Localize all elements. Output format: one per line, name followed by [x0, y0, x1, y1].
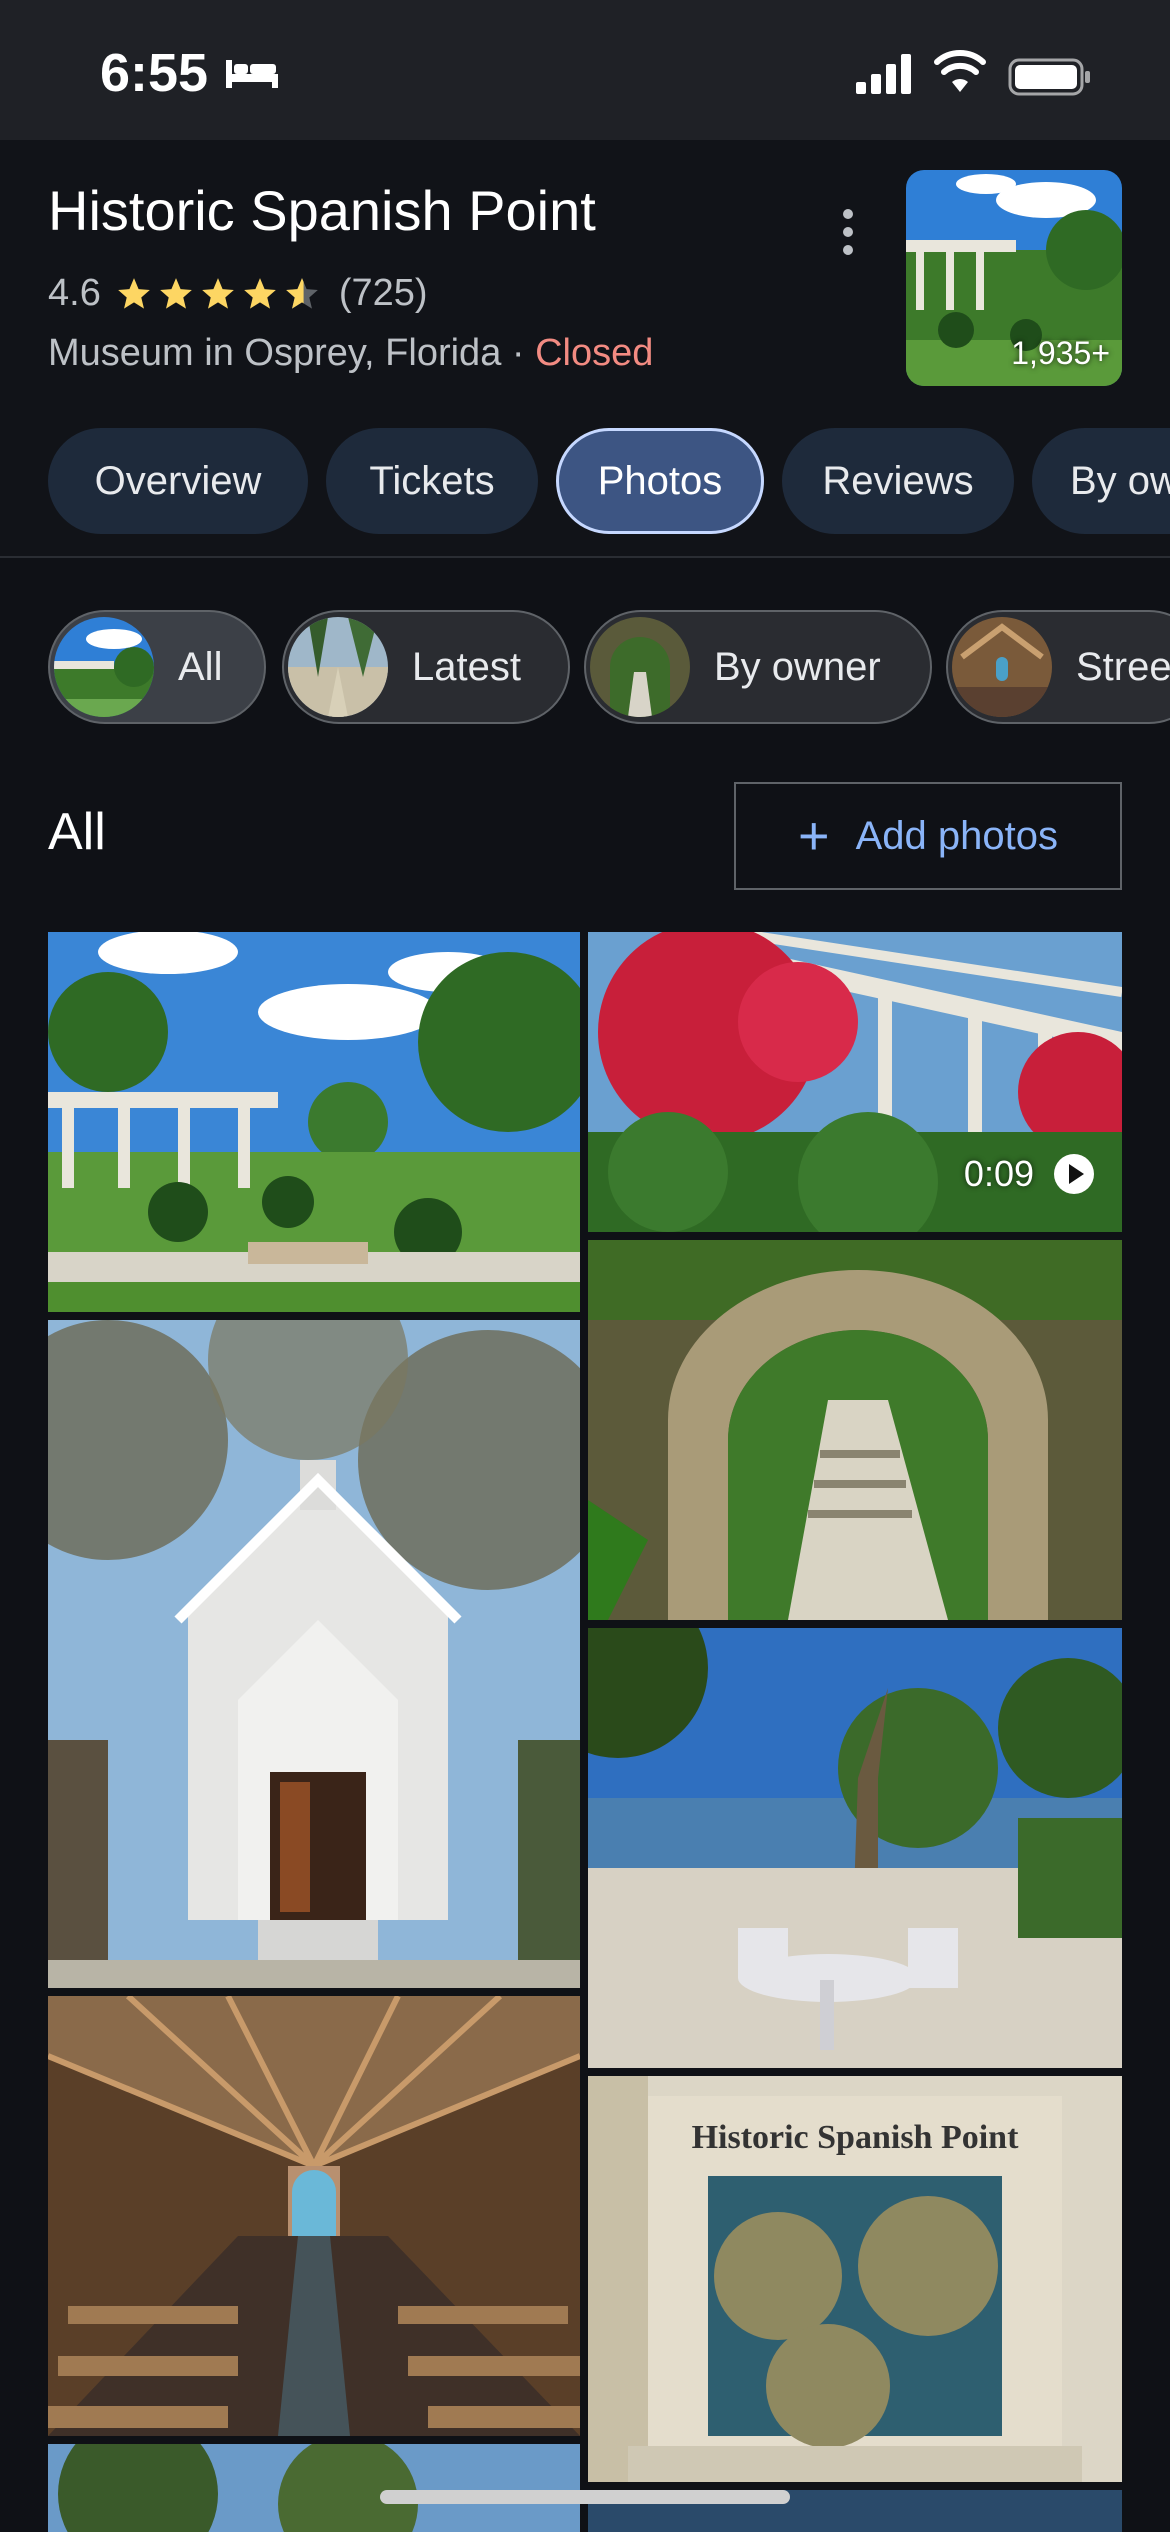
place-header: Historic Spanish Point 4.6 (725) Museum … — [0, 140, 1170, 414]
chip-all[interactable]: All — [48, 610, 266, 724]
open-status: Closed — [535, 332, 654, 374]
star-icon — [117, 277, 150, 309]
home-indicator[interactable] — [380, 2490, 790, 2504]
chip-street[interactable]: Stree — [946, 610, 1170, 724]
section-heading: All — [48, 803, 106, 861]
photo-garden[interactable] — [48, 932, 580, 1312]
video-duration: 0:09 — [963, 1153, 1034, 1194]
trees-image — [48, 2444, 580, 2532]
place-subtitle: Museum in Osprey, Florida · Closed — [48, 332, 653, 375]
chip-latest[interactable]: Latest — [282, 610, 570, 724]
half-star-icon — [285, 277, 318, 309]
review-count: (725) — [338, 272, 428, 314]
chapel-interior-image — [48, 1996, 580, 2436]
chip-label: Latest — [412, 644, 521, 689]
star-rating — [115, 275, 325, 313]
status-time: 6:55 — [100, 43, 209, 103]
photo-waterfront[interactable] — [588, 1628, 1122, 2068]
svg-text:Historic Spanish Point: Historic Spanish Point — [692, 2119, 1020, 2156]
tab-photos[interactable]: Photos — [556, 428, 764, 534]
chapel-image — [48, 1320, 580, 1988]
waterfront-image — [588, 1628, 1122, 2068]
chip-all-image — [54, 617, 154, 717]
photo-chapel[interactable] — [48, 1320, 580, 1988]
separator: · — [511, 332, 525, 374]
chip-latest-image — [288, 617, 388, 717]
video-duration-badge: 0:09 — [964, 1152, 1096, 1196]
add-photos-button[interactable]: + Add photos — [734, 782, 1122, 890]
rating-value: 4.6 — [48, 272, 101, 314]
bed-icon — [226, 60, 278, 88]
photo-trees[interactable] — [48, 2444, 580, 2532]
battery-icon — [1008, 58, 1090, 96]
tab-reviews[interactable]: Reviews — [782, 428, 1014, 534]
more-options-icon[interactable] — [836, 200, 860, 264]
status-bar: 6:55 — [0, 0, 1170, 140]
cellular-signal-icon — [856, 54, 911, 94]
photo-bougainvillea-video[interactable]: 0:09 — [588, 932, 1122, 1232]
photo-entrance-sign[interactable]: Historic Spanish Point — [588, 2076, 1122, 2482]
chip-label: Stree — [1076, 644, 1170, 689]
star-icon — [159, 277, 192, 309]
place-thumbnail[interactable]: 1,935+ — [906, 170, 1122, 386]
photo-count: 1,935+ — [1011, 335, 1110, 371]
star-icon — [201, 277, 234, 309]
chip-by-owner-image — [590, 617, 690, 717]
place-title: Historic Spanish Point — [48, 179, 596, 242]
place-tabs: Overview Tickets Photos Reviews By ow — [0, 412, 1170, 558]
photo-chapel-interior[interactable] — [48, 1996, 580, 2436]
stone-arch-image — [588, 1240, 1122, 1620]
tab-by-owner[interactable]: By ow — [1032, 428, 1170, 534]
chip-label: All — [178, 644, 223, 689]
add-photos-label: Add photos — [855, 813, 1058, 858]
chip-by-owner[interactable]: By owner — [584, 610, 932, 724]
wifi-icon — [934, 50, 986, 92]
garden-photo-image — [48, 932, 580, 1312]
tab-tickets[interactable]: Tickets — [326, 428, 538, 534]
chip-label: By owner — [714, 644, 881, 689]
entrance-sign-image: Historic Spanish Point — [588, 2076, 1122, 2482]
photo-stone-arch[interactable] — [588, 1240, 1122, 1620]
play-icon — [1054, 1154, 1094, 1194]
place-category: Museum in Osprey, Florida — [48, 332, 502, 374]
tab-overview[interactable]: Overview — [48, 428, 308, 534]
chip-street-image — [952, 617, 1052, 717]
plus-icon: + — [798, 806, 830, 866]
rating-row[interactable]: 4.6 (725) — [48, 272, 428, 315]
star-icon — [243, 277, 276, 309]
